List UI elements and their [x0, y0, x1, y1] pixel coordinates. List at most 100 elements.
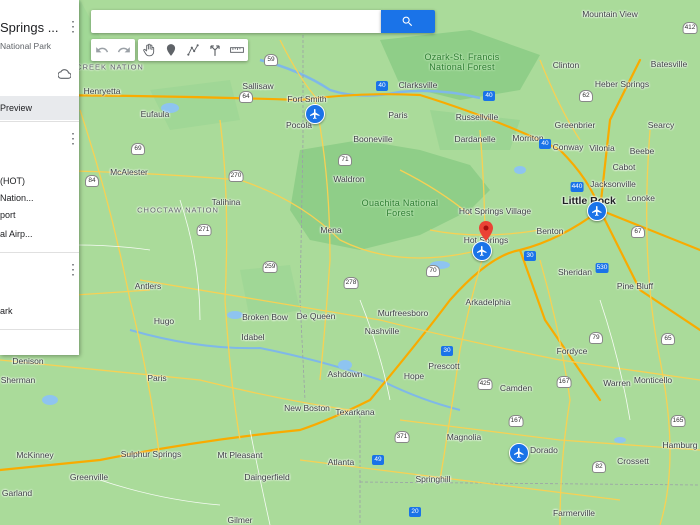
city-label[interactable]: Paris: [388, 110, 407, 120]
interstate-shield: 40: [539, 139, 551, 149]
city-label[interactable]: Greenbrier: [555, 120, 596, 130]
search-icon: [402, 16, 413, 27]
city-label[interactable]: Sherman: [1, 375, 36, 385]
city-label[interactable]: Springhill: [416, 474, 451, 484]
draw-line-icon: [187, 44, 199, 56]
city-label[interactable]: Russellville: [456, 112, 499, 122]
city-label[interactable]: New Boston: [284, 403, 330, 413]
city-label[interactable]: Crossett: [617, 456, 649, 466]
city-label-fort-smith[interactable]: Fort Smith: [287, 94, 326, 104]
airport-marker-fort-smith[interactable]: [305, 104, 325, 124]
city-label[interactable]: Batesville: [651, 59, 687, 69]
city-label[interactable]: Cabot: [613, 162, 636, 172]
city-label[interactable]: Jacksonville: [590, 179, 636, 189]
place-pin-icon[interactable]: [479, 221, 493, 246]
city-label[interactable]: Paris: [147, 373, 166, 383]
city-label[interactable]: Mt Pleasant: [218, 450, 263, 460]
city-label-texarkana[interactable]: Texarkana: [335, 407, 374, 417]
city-label[interactable]: Daingerfield: [244, 472, 289, 482]
city-label[interactable]: Lonoke: [627, 193, 655, 203]
city-label[interactable]: Sallisaw: [242, 81, 273, 91]
measure-button[interactable]: [226, 39, 248, 61]
city-label[interactable]: Sheridan: [558, 267, 592, 277]
layer-more-options-icon[interactable]: ⋮: [66, 131, 79, 145]
city-label[interactable]: Antlers: [135, 281, 161, 291]
city-label[interactable]: Nashville: [365, 326, 400, 336]
redo-button[interactable]: [113, 39, 135, 61]
nation-label: CREEK NATION: [76, 63, 144, 72]
city-label[interactable]: Henryetta: [84, 86, 121, 96]
layer-item[interactable]: port: [0, 210, 16, 220]
city-label[interactable]: Greenville: [70, 472, 108, 482]
city-label[interactable]: Hope: [404, 371, 424, 381]
city-label[interactable]: Mountain View: [582, 9, 638, 19]
city-label[interactable]: Garland: [2, 488, 32, 498]
divider: [0, 329, 79, 330]
city-label[interactable]: Pine Bluff: [617, 281, 653, 291]
us-route-shield: 62: [579, 90, 593, 102]
city-label[interactable]: Warren: [603, 378, 631, 388]
city-label[interactable]: Sulphur Springs: [121, 449, 181, 459]
pan-tool-button[interactable]: [138, 39, 160, 61]
city-label[interactable]: Booneville: [353, 134, 392, 144]
city-label[interactable]: Ashdown: [328, 369, 363, 379]
city-label[interactable]: De Queen: [297, 311, 336, 321]
city-label[interactable]: Eufaula: [141, 109, 170, 119]
draw-line-button[interactable]: [182, 39, 204, 61]
city-label[interactable]: Mena: [320, 225, 341, 235]
city-label[interactable]: Hugo: [154, 316, 174, 326]
layer-item[interactable]: Nation...: [0, 193, 34, 203]
city-label[interactable]: Fordyce: [557, 346, 588, 356]
map-title[interactable]: Springs ...: [0, 20, 59, 35]
city-label[interactable]: Clarksville: [399, 80, 438, 90]
title-more-options-icon[interactable]: ⋮: [66, 19, 79, 33]
location-pin-icon: [479, 221, 493, 241]
city-label[interactable]: Clinton: [553, 60, 579, 70]
city-label[interactable]: Gilmer: [227, 515, 252, 525]
interstate-shield: 40: [376, 81, 388, 91]
city-label[interactable]: Waldron: [333, 174, 364, 184]
city-label[interactable]: Camden: [500, 383, 532, 393]
city-label[interactable]: Beebe: [630, 146, 655, 156]
layer-item[interactable]: al Airp...: [0, 229, 33, 239]
city-label[interactable]: Conway: [553, 142, 584, 152]
city-label[interactable]: Benton: [537, 226, 564, 236]
airport-marker-el-dorado[interactable]: [509, 443, 529, 463]
city-label[interactable]: Monticello: [634, 375, 672, 385]
map-subtitle[interactable]: National Park: [0, 41, 51, 51]
undo-button[interactable]: [91, 39, 113, 61]
preview-button[interactable]: Preview: [0, 96, 79, 120]
city-label[interactable]: McKinney: [16, 450, 53, 460]
layer2-more-options-icon[interactable]: ⋮: [66, 262, 79, 276]
divider: [0, 121, 79, 122]
search-input[interactable]: [91, 10, 381, 33]
city-label[interactable]: Magnolia: [447, 432, 482, 442]
city-label[interactable]: Vilonia: [589, 143, 614, 153]
city-label[interactable]: Atlanta: [328, 457, 354, 467]
us-route-shield: 64: [239, 91, 253, 103]
cloud-sync-icon: [57, 69, 72, 82]
city-label[interactable]: Heber Springs: [595, 79, 649, 89]
add-marker-button[interactable]: [160, 39, 182, 61]
city-label[interactable]: Searcy: [648, 120, 674, 130]
city-label[interactable]: Hamburg: [663, 440, 698, 450]
city-label[interactable]: Arkadelphia: [466, 297, 511, 307]
layer-item[interactable]: ark: [0, 306, 13, 316]
directions-button[interactable]: [204, 39, 226, 61]
interstate-shield: 30: [441, 346, 453, 356]
search-button[interactable]: [381, 10, 435, 33]
layer-item[interactable]: (HOT): [0, 176, 25, 186]
airport-marker-little-rock[interactable]: [587, 201, 607, 221]
city-label[interactable]: McAlester: [110, 167, 148, 177]
city-label[interactable]: Broken Bow: [242, 312, 288, 322]
us-route-shield: 271: [196, 224, 212, 236]
city-label[interactable]: Dardanelle: [454, 134, 495, 144]
city-label[interactable]: Hot Springs Village: [459, 206, 531, 216]
city-label[interactable]: Idabel: [241, 332, 264, 342]
city-label[interactable]: Murfreesboro: [378, 308, 429, 318]
city-label[interactable]: Farmerville: [553, 508, 595, 518]
us-route-shield: 71: [338, 154, 352, 166]
city-label[interactable]: Prescott: [428, 361, 459, 371]
city-label[interactable]: Denison: [12, 356, 43, 366]
city-label[interactable]: Talihina: [212, 197, 241, 207]
